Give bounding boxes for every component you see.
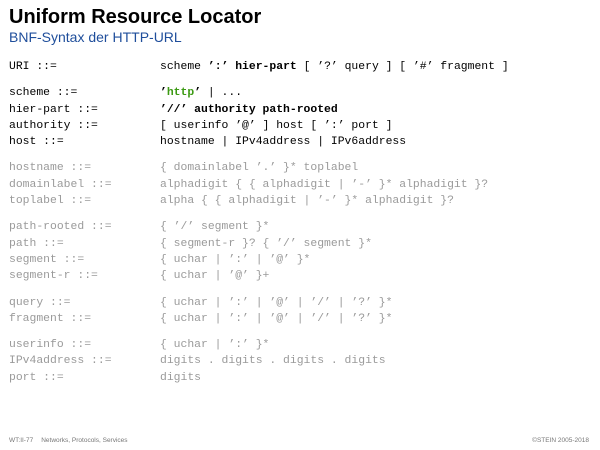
- rule-lhs: authority ::=: [9, 119, 98, 132]
- rule-rhs: { uchar | ’:’ | ’@’ | ’/’ | ’?’ }*: [160, 312, 393, 325]
- grammar-rule: host ::= hostname | IPv4address | IPv6ad…: [9, 134, 589, 150]
- grammar-rule: IPv4address ::= digits . digits . digits…: [9, 353, 589, 369]
- rule-rhs: hostname | IPv4address | IPv6address: [160, 136, 407, 149]
- rhs-part: hier-part: [235, 61, 297, 73]
- rule-rhs: scheme ’:’ hier-part [ ’?’ query ] [ ’#’…: [160, 59, 509, 75]
- grammar-rule: path ::= { segment-r }? { ’/’ segment }*: [9, 236, 589, 252]
- rule-rhs: { uchar | ’:’ | ’@’ }*: [160, 253, 311, 266]
- rule-rhs: ’http’ | ...: [160, 85, 242, 101]
- rule-rhs: { ’/’ segment }*: [160, 221, 270, 234]
- rule-lhs: path ::=: [9, 237, 64, 250]
- rule-lhs: domainlabel ::=: [9, 178, 112, 191]
- grammar-rule: fragment ::= { uchar | ’:’ | ’@’ | ’/’ |…: [9, 311, 589, 327]
- rule-rhs: { uchar | ’:’ }*: [160, 339, 270, 352]
- footer-left: WT:II-77 Networks, Protocols, Services: [9, 437, 128, 444]
- rule-lhs: scheme ::=: [9, 87, 78, 100]
- footer-copyright: ©STEIN 2005-2018: [532, 437, 589, 444]
- rule-rhs: digits: [160, 371, 202, 384]
- rule-group-path: path-rooted ::= { ’/’ segment }* path ::…: [9, 219, 589, 284]
- rule-lhs: path-rooted ::=: [9, 221, 112, 234]
- rule-lhs: userinfo ::=: [9, 339, 92, 352]
- grammar-rule: authority ::= [ userinfo ’@’ ] host [ ’:…: [9, 118, 589, 134]
- rule-lhs: segment ::=: [9, 253, 85, 266]
- rule-rhs: { segment-r }? { ’/’ segment }*: [160, 237, 372, 250]
- rule-group-uri: URI ::= scheme ’:’ hier-part [ ’?’ query…: [9, 59, 589, 75]
- grammar-rule: path-rooted ::= { ’/’ segment }*: [9, 219, 589, 235]
- grammar-rule: port ::= digits: [9, 370, 589, 386]
- grammar-rule: hostname ::= { domainlabel ’.’ }* toplab…: [9, 160, 589, 176]
- slide: Uniform Resource Locator BNF-Syntax der …: [0, 0, 600, 450]
- http-keyword: http: [166, 87, 195, 100]
- rule-rhs: digits . digits . digits . digits: [160, 355, 386, 368]
- grammar-rule: query ::= { uchar | ’:’ | ’@’ | ’/’ | ’?…: [9, 295, 589, 311]
- bnf-grammar: URI ::= scheme ’:’ hier-part [ ’?’ query…: [9, 59, 589, 396]
- rule-lhs: hier-part ::=: [9, 103, 98, 116]
- grammar-rule: URI ::= scheme ’:’ hier-part [ ’?’ query…: [9, 59, 589, 75]
- rule-rhs: { uchar | ’:’ | ’@’ | ’/’ | ’?’ }*: [160, 296, 393, 309]
- footer-code: WT:II-77: [9, 437, 34, 444]
- rule-lhs: IPv4address ::=: [9, 355, 112, 368]
- rule-group-hostname: hostname ::= { domainlabel ’.’ }* toplab…: [9, 160, 589, 209]
- rule-lhs: port ::=: [9, 371, 64, 384]
- rule-rhs: ’//’ authority path-rooted: [160, 103, 338, 116]
- rule-group-misc: userinfo ::= { uchar | ’:’ }* IPv4addres…: [9, 337, 589, 386]
- rhs-part: | ...: [201, 87, 243, 100]
- rule-lhs: query ::=: [9, 296, 71, 309]
- grammar-rule: hier-part ::= ’//’ authority path-rooted: [9, 102, 589, 118]
- rule-lhs: host ::=: [9, 136, 64, 149]
- footer-course: Networks, Protocols, Services: [41, 437, 128, 444]
- rule-lhs: fragment ::=: [9, 312, 92, 325]
- rule-group-query: query ::= { uchar | ’:’ | ’@’ | ’/’ | ’?…: [9, 295, 589, 328]
- rule-rhs: { domainlabel ’.’ }* toplabel: [160, 162, 359, 175]
- rhs-part: [ ’?’ query ] [ ’#’ fragment ]: [296, 61, 509, 73]
- grammar-rule: scheme ::= ’http’ | ...: [9, 85, 589, 101]
- rule-lhs: segment-r ::=: [9, 270, 98, 283]
- rule-rhs: alphadigit { { alphadigit | ’-’ }* alpha…: [160, 178, 489, 191]
- rule-group-main: scheme ::= ’http’ | ... hier-part ::= ’/…: [9, 85, 589, 150]
- rule-lhs: URI ::=: [9, 61, 57, 73]
- grammar-rule: segment ::= { uchar | ’:’ | ’@’ }*: [9, 252, 589, 268]
- rhs-part: ’: [160, 87, 167, 100]
- rule-lhs: toplabel ::=: [9, 195, 92, 208]
- slide-title: Uniform Resource Locator: [9, 6, 262, 28]
- rhs-part: ’: [194, 87, 202, 100]
- rhs-part: ’:’: [207, 61, 229, 73]
- rule-rhs: { uchar | ’@’ }+: [160, 270, 270, 283]
- rule-lhs: hostname ::=: [9, 162, 92, 175]
- grammar-rule: userinfo ::= { uchar | ’:’ }*: [9, 337, 589, 353]
- grammar-rule: domainlabel ::= alphadigit { { alphadigi…: [9, 177, 589, 193]
- rule-rhs: alpha { { alphadigit | ’-’ }* alphadigit…: [160, 195, 454, 208]
- grammar-rule: toplabel ::= alpha { { alphadigit | ’-’ …: [9, 193, 589, 209]
- rule-rhs: [ userinfo ’@’ ] host [ ’:’ port ]: [160, 119, 393, 132]
- slide-subtitle: BNF-Syntax der HTTP-URL: [9, 29, 182, 45]
- grammar-rule: segment-r ::= { uchar | ’@’ }+: [9, 268, 589, 284]
- rhs-part: scheme: [160, 61, 208, 73]
